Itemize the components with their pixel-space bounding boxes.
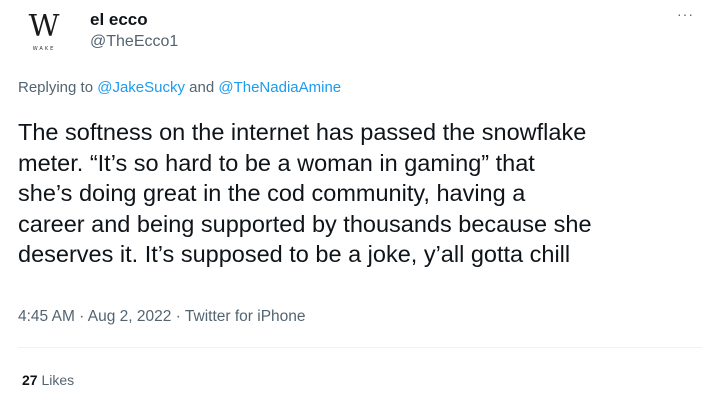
tweet-text: The softness on the internet has passed … bbox=[18, 117, 708, 270]
avatar[interactable]: W WAKE bbox=[18, 10, 70, 62]
avatar-logo: W bbox=[28, 9, 60, 44]
tweet-text-line: The softness on the internet has passed … bbox=[18, 119, 587, 145]
tweet-time[interactable]: 4:45 AM bbox=[18, 308, 75, 325]
mention-link-1[interactable]: @JakeSucky bbox=[97, 79, 185, 96]
tweet-text-line: career and being supported by thousands … bbox=[18, 210, 592, 237]
tweet-meta: 4:45 AM · Aug 2, 2022 · Twitter for iPho… bbox=[18, 308, 306, 326]
meta-separator: · bbox=[171, 308, 185, 325]
divider bbox=[18, 347, 702, 348]
tweet-text-line: deserves it. It’s supposed to be a joke,… bbox=[18, 241, 571, 267]
tweet-date[interactable]: Aug 2, 2022 bbox=[88, 308, 172, 325]
meta-separator: · bbox=[74, 308, 88, 325]
tweet-text-line: she’s doing great in the cod community, … bbox=[18, 180, 526, 206]
replying-joiner: and bbox=[184, 79, 219, 96]
likes-stat[interactable]: 27 Likes bbox=[22, 372, 74, 388]
tweet-card: W WAKE el ecco @TheEcco1 ··· Replying to… bbox=[0, 0, 720, 409]
avatar-logo-subtext: WAKE bbox=[32, 46, 56, 52]
mention-link-2[interactable]: @TheNadiaAmine bbox=[218, 79, 341, 96]
replying-prefix: Replying to bbox=[18, 79, 98, 96]
likes-label: Likes bbox=[37, 372, 75, 388]
author-display-name[interactable]: el ecco bbox=[90, 10, 178, 30]
replying-to: Replying to @JakeSucky and @TheNadiaAmin… bbox=[18, 79, 341, 96]
tweet-source[interactable]: Twitter for iPhone bbox=[185, 308, 306, 325]
tweet-text-line: meter. “It’s so hard to be a woman in ga… bbox=[18, 149, 535, 176]
likes-count: 27 bbox=[22, 372, 38, 388]
author-info: el ecco @TheEcco1 bbox=[90, 10, 178, 52]
author-handle[interactable]: @TheEcco1 bbox=[90, 32, 178, 52]
more-options-icon[interactable]: ··· bbox=[677, 6, 694, 22]
